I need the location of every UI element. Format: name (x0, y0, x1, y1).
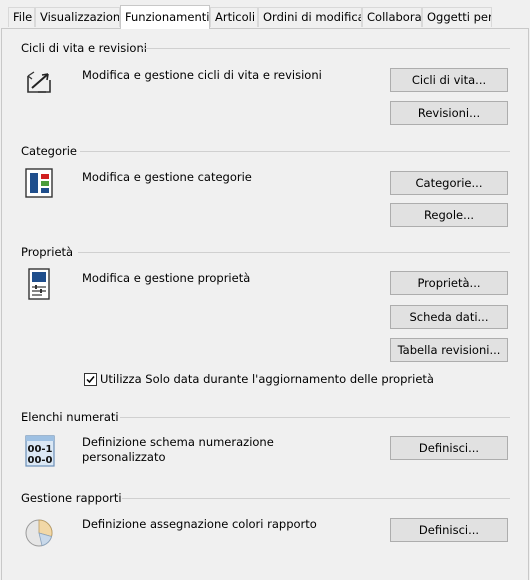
reports-description: Definizione assegnazione colori rapporto (82, 517, 317, 531)
section-title-numbering: Elenchi numerati (21, 410, 119, 424)
tab-strip: File Visualizzazione Funzionamenti Artic… (0, 0, 530, 29)
datasheet-button[interactable]: Scheda dati... (390, 305, 508, 329)
section-title-reports: Gestione rapporti (21, 491, 122, 505)
date-only-checkbox[interactable] (84, 373, 97, 386)
categories-button[interactable]: Categorie... (390, 171, 508, 195)
section-title-lifecycles: Cicli di vita e revisioni (21, 41, 147, 55)
pie-chart-icon (22, 516, 56, 550)
tab-ordini-di-modifica[interactable]: Ordini di modifica (258, 7, 362, 27)
properties-description: Modifica e gestione proprietà (82, 271, 251, 285)
revision-table-button[interactable]: Tabella revisioni... (390, 338, 508, 362)
section-title-properties: Proprietà (21, 245, 74, 259)
section-separator (80, 151, 510, 152)
properties-button[interactable]: Proprietà... (390, 271, 508, 295)
checkmark-icon (86, 376, 95, 384)
categories-icon (22, 166, 56, 200)
rules-button[interactable]: Regole... (390, 203, 508, 227)
section-separator (142, 48, 510, 49)
numbering-icon: 00-1 00-0 (22, 433, 58, 469)
categories-description: Modifica e gestione categorie (82, 170, 252, 184)
properties-icon (22, 267, 56, 301)
tab-visualizzazione[interactable]: Visualizzazione (35, 7, 120, 27)
tab-articoli[interactable]: Articoli (210, 7, 258, 27)
tab-collabora[interactable]: Collabora (362, 7, 422, 27)
numbering-description: Definizione schema numerazione personali… (82, 435, 274, 464)
section-separator (78, 252, 510, 253)
section-title-categories: Categorie (21, 144, 77, 158)
lifecycle-icon (22, 66, 56, 100)
numbering-icon-text-top: 00-1 (27, 444, 52, 455)
date-only-checkbox-label[interactable]: Utilizza Solo data durante l'aggiornamen… (100, 372, 434, 386)
tab-funzionamenti[interactable]: Funzionamenti (120, 5, 210, 29)
tab-oggetti-pers[interactable]: Oggetti pers (422, 7, 492, 27)
lifecycles-description: Modifica e gestione cicli di vita e revi… (82, 68, 322, 82)
lifecycles-button[interactable]: Cicli di vita... (390, 68, 508, 92)
section-separator (120, 417, 510, 418)
reports-define-button[interactable]: Definisci... (390, 518, 508, 542)
numbering-define-button[interactable]: Definisci... (390, 436, 508, 460)
numbering-icon-text-bottom: 00-0 (27, 455, 52, 466)
tab-file[interactable]: File (8, 7, 35, 27)
revisions-button[interactable]: Revisioni... (390, 101, 508, 125)
section-separator (122, 498, 510, 499)
